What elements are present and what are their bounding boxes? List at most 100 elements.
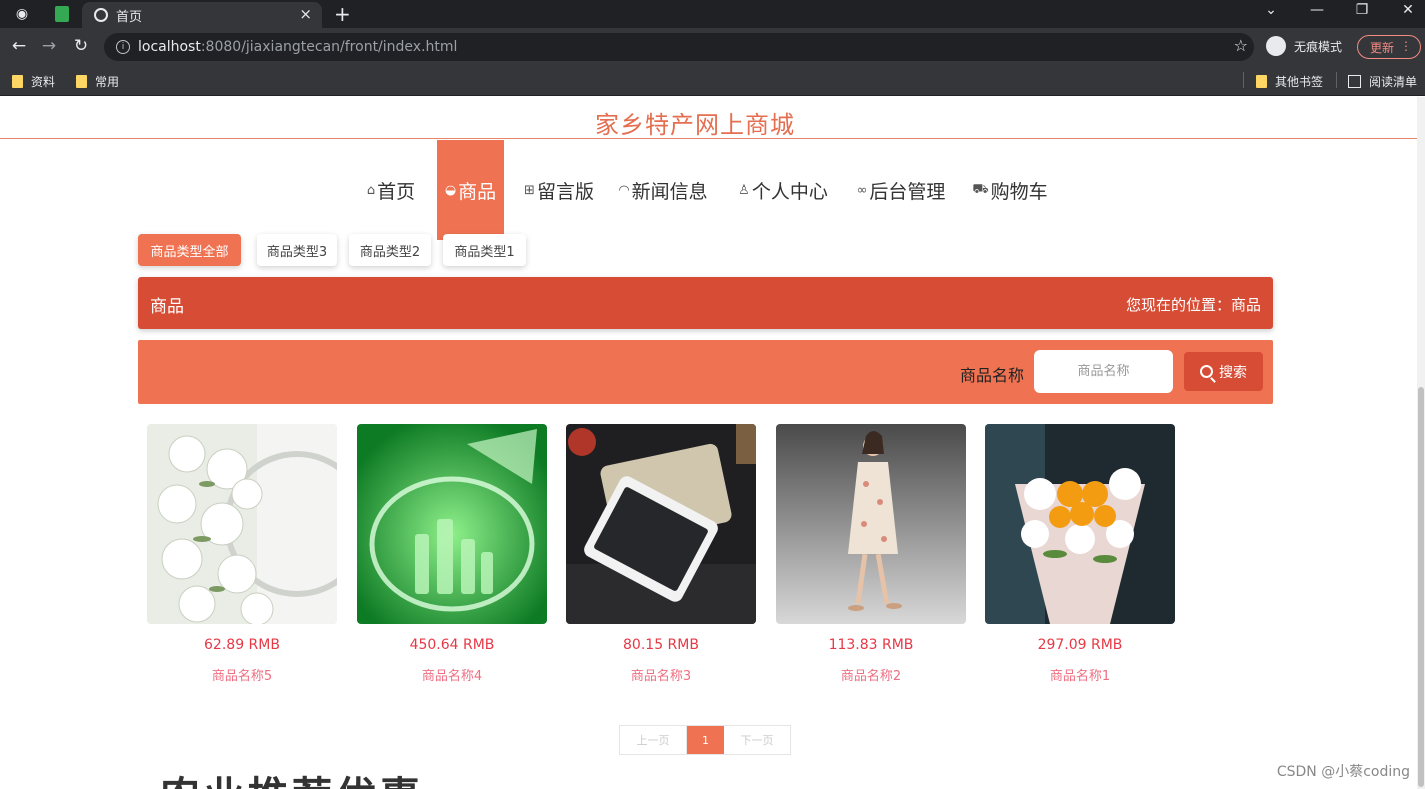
browser-menu-icon[interactable]: ◉ (12, 4, 32, 24)
nav-guestbook[interactable]: ⊞ 留言版 (518, 140, 600, 240)
close-window-button[interactable]: ✕ (1398, 2, 1418, 18)
nav-label: 购物车 (990, 180, 1048, 203)
category-all[interactable]: 商品类型全部 (138, 234, 241, 266)
product-name[interactable]: 商品名称1 (985, 665, 1175, 684)
nav-news[interactable]: ◠ 新闻信息 (613, 140, 713, 240)
watermark: CSDN @小蔡coding (1276, 764, 1410, 780)
update-label: 更新 (1370, 40, 1395, 55)
product-price: 450.64 RMB (409, 637, 495, 653)
bookmarks-bar: 资料 常用 其他书签 阅读清单 (0, 66, 1425, 96)
home-icon: ⌂ (366, 182, 376, 198)
product-card[interactable]: 62.89 RMB 商品名称5 (147, 424, 337, 684)
nav-admin[interactable]: ∞ 后台管理 (851, 140, 951, 240)
product-card[interactable]: 113.83 RMB 商品名称2 (776, 424, 966, 684)
category-2[interactable]: 商品类型2 (349, 234, 431, 266)
bookmark-folder-ziliao[interactable]: 资料 (12, 73, 55, 90)
category-1[interactable]: 商品类型1 (443, 234, 526, 266)
new-tab-button[interactable]: + (334, 2, 351, 26)
product-name[interactable]: 商品名称3 (566, 665, 756, 684)
url-host: localhost (138, 39, 201, 55)
search-button-label: 搜索 (1219, 364, 1247, 381)
category-3[interactable]: 商品类型3 (257, 234, 337, 266)
other-bookmarks-label: 其他书签 (1275, 75, 1324, 89)
nav-label: 新闻信息 (631, 180, 708, 203)
active-tab[interactable]: 首页 × (82, 2, 322, 28)
other-bookmarks[interactable]: 其他书签 (1256, 73, 1323, 90)
nav-personal-center[interactable]: ♙ 个人中心 (733, 140, 833, 240)
product-name[interactable]: 商品名称5 (147, 665, 337, 684)
more-menu-icon[interactable]: ⋮ (1400, 39, 1412, 53)
back-button[interactable]: ← (8, 36, 30, 56)
nav-label: 个人中心 (751, 180, 828, 203)
globe-icon (94, 8, 108, 22)
incognito-label: 无痕模式 (1294, 39, 1343, 54)
gift-icon: ⊞ (524, 182, 535, 198)
folder-icon (12, 75, 23, 88)
product-card[interactable]: 450.64 RMB 商品名称4 (357, 424, 547, 684)
browser-titlebar: ◉ 首页 × + ⌄ — ❐ ✕ (0, 0, 1425, 28)
prev-page-button[interactable]: 上一页 (620, 726, 687, 754)
pinned-tab-icon[interactable] (52, 4, 72, 24)
link-icon: ∞ (856, 182, 868, 198)
browser-toolbar: ← → ↻ i localhost:8080/jiaxiangtecan/fro… (0, 28, 1425, 66)
user-icon: ♙ (738, 182, 750, 198)
search-icon (1200, 365, 1213, 378)
recommend-section-heading: 农业推荐优惠 (160, 769, 460, 789)
product-name[interactable]: 商品名称4 (357, 665, 547, 684)
bookmark-folder-changyong[interactable]: 常用 (76, 73, 119, 90)
reading-list-icon (1348, 75, 1361, 88)
scrollbar-thumb[interactable] (1418, 387, 1424, 787)
forward-button[interactable]: → (38, 36, 60, 56)
nav-home[interactable]: ⌂ 首页 (360, 140, 422, 240)
section-header: 商品 您现在的位置：商品 (138, 277, 1273, 329)
search-input[interactable] (1034, 350, 1173, 393)
search-button[interactable]: 搜索 (1184, 352, 1263, 391)
tab-title: 首页 (116, 9, 143, 25)
nav-cart[interactable]: ⛟ 购物车 (970, 140, 1050, 240)
nav-label: 首页 (377, 180, 416, 203)
layers-icon: ◒ (444, 182, 457, 198)
tab-search-icon[interactable]: ⌄ (1261, 2, 1281, 18)
restore-button[interactable]: ❐ (1352, 2, 1372, 18)
folder-icon (1256, 75, 1267, 88)
product-price: 62.89 RMB (204, 637, 280, 653)
bookmark-separator (1243, 72, 1244, 88)
next-page-button[interactable]: 下一页 (724, 726, 790, 754)
cart-icon: ⛟ (972, 181, 989, 197)
folder-icon (76, 75, 87, 88)
product-image-bouquet[interactable] (985, 424, 1175, 624)
breadcrumb: 您现在的位置：商品 (1125, 296, 1261, 314)
page-scrollbar[interactable] (1417, 97, 1425, 789)
incognito-indicator[interactable]: 无痕模式 (1266, 36, 1342, 56)
nav-label: 商品 (458, 180, 497, 203)
product-name[interactable]: 商品名称2 (776, 665, 966, 684)
recommend-heading-text: 农业推荐优惠 (160, 777, 460, 789)
update-button[interactable]: 更新 ⋮ (1357, 35, 1421, 59)
product-price: 113.83 RMB (828, 637, 914, 653)
product-price: 80.15 RMB (623, 637, 699, 653)
product-image-flowers[interactable] (147, 424, 337, 624)
reload-button[interactable]: ↻ (70, 36, 92, 56)
nav-products[interactable]: ◒ 商品 (437, 140, 504, 240)
product-price: 297.09 RMB (1037, 637, 1123, 653)
product-image-phone[interactable] (566, 424, 756, 624)
current-page[interactable]: 1 (687, 726, 724, 754)
reading-list-label: 阅读清单 (1369, 75, 1418, 89)
address-bar[interactable]: i localhost:8080/jiaxiangtecan/front/ind… (104, 33, 1254, 61)
site-title: 家乡特产网上商城 (595, 111, 795, 139)
product-card[interactable]: 297.09 RMB 商品名称1 (985, 424, 1175, 684)
product-image-dress[interactable] (776, 424, 966, 624)
product-image-cosmetics[interactable] (357, 424, 547, 624)
pagination: 上一页 1 下一页 (619, 725, 791, 755)
bookmark-star-icon[interactable]: ☆ (1234, 36, 1248, 55)
site-info-icon[interactable]: i (116, 40, 130, 54)
incognito-icon (1266, 36, 1286, 56)
reading-list[interactable]: 阅读清单 (1348, 73, 1417, 90)
search-bar: 商品名称 搜索 (138, 340, 1273, 404)
product-card[interactable]: 80.15 RMB 商品名称3 (566, 424, 756, 684)
tab-close-icon[interactable]: × (299, 5, 312, 23)
bookmark-label: 常用 (95, 75, 120, 89)
gauge-icon: ◠ (618, 182, 630, 198)
minimize-button[interactable]: — (1307, 2, 1327, 18)
nav-label: 留言版 (536, 180, 594, 203)
